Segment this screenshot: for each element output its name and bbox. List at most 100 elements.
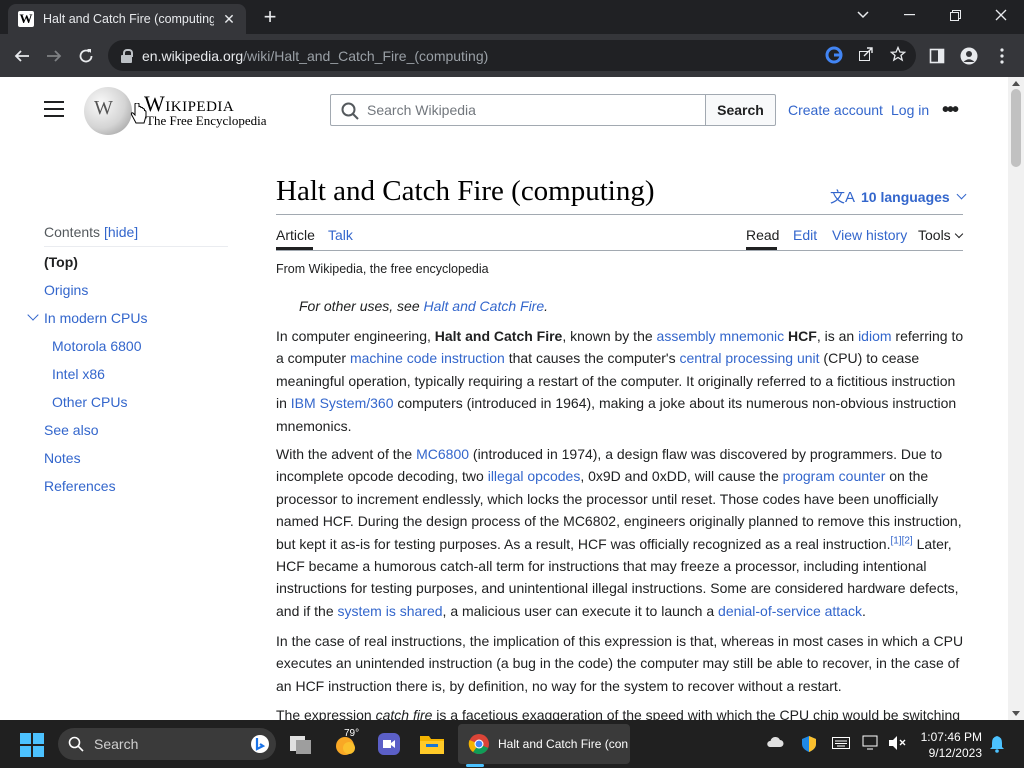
browser-toolbar: en.wikipedia.org/wiki/Halt_and_Catch_Fir…: [0, 34, 1024, 77]
bold-term: HCF: [788, 328, 817, 344]
toc-item-other-cpus[interactable]: Other CPUs: [52, 394, 127, 410]
article-link[interactable]: system is shared: [338, 603, 443, 619]
url-path: /wiki/Halt_and_Catch_Fire_(computing): [243, 47, 489, 64]
toc-item-origins[interactable]: Origins: [44, 282, 88, 298]
share-icon[interactable]: [856, 46, 876, 66]
article-link[interactable]: program counter: [783, 468, 886, 484]
bold-term: Halt and Catch Fire: [434, 328, 563, 344]
page-title: Halt and Catch Fire (computing): [276, 175, 655, 207]
article-link[interactable]: MC6800: [416, 446, 469, 462]
hatnote-suffix: .: [544, 298, 549, 314]
volume-muted-icon[interactable]: [888, 735, 906, 753]
toc-item-top[interactable]: (Top): [44, 254, 78, 270]
scroll-down-arrow-icon[interactable]: [1012, 711, 1020, 716]
search-icon: [68, 736, 84, 752]
profile-avatar-icon[interactable]: [955, 42, 983, 70]
windows-start-icon[interactable]: [20, 733, 44, 757]
taskbar-search[interactable]: Search: [58, 728, 276, 760]
article-link[interactable]: denial-of-service attack: [718, 603, 862, 619]
tools-menu[interactable]: Tools: [918, 227, 963, 243]
text-run: In the case of real instructions, the im…: [276, 633, 964, 694]
page-scrollbar[interactable]: [1008, 77, 1024, 720]
article-link[interactable]: illegal opcodes: [488, 468, 581, 484]
main-menu-icon[interactable]: [44, 101, 64, 117]
new-tab-button[interactable]: +: [258, 6, 282, 30]
wikipedia-globe-logo[interactable]: [84, 87, 132, 135]
security-shield-icon[interactable]: [800, 735, 818, 753]
article-link[interactable]: IBM System/360: [291, 395, 394, 411]
notification-bell-icon[interactable]: [988, 735, 1006, 753]
text-run: that causes the computer's: [504, 350, 680, 367]
keyboard-icon[interactable]: [832, 735, 850, 753]
create-account-link[interactable]: Create account: [788, 102, 883, 118]
toc-item-motorola-6800[interactable]: Motorola 6800: [52, 338, 142, 354]
bookmark-star-icon[interactable]: [888, 45, 908, 66]
clock-date: 9/12/2023: [928, 746, 982, 760]
more-options-icon[interactable]: •••: [942, 99, 959, 122]
hatnote-link[interactable]: Halt and Catch Fire: [424, 298, 545, 314]
toc-item-in-modern-cpus[interactable]: In modern CPUs: [44, 310, 147, 326]
text-run: , is an: [816, 328, 859, 344]
tab-talk[interactable]: Talk: [328, 227, 353, 243]
tab-view-history[interactable]: View history: [832, 227, 907, 243]
site-subtitle: From Wikipedia, the free encyclopedia: [276, 262, 489, 276]
scrollbar-thumb[interactable]: [1011, 89, 1021, 167]
system-clock[interactable]: 1:07:46 PM 9/12/2023: [910, 729, 982, 761]
address-bar[interactable]: en.wikipedia.org/wiki/Halt_and_Catch_Fir…: [108, 40, 916, 71]
taskbar-window-title: Halt and Catch Fire (con: [498, 737, 629, 751]
toc-item-intel-x86[interactable]: Intel x86: [52, 366, 105, 382]
side-panel-icon[interactable]: [923, 42, 951, 70]
close-tab-icon[interactable]: ✕: [220, 11, 238, 28]
google-lens-icon[interactable]: [824, 46, 844, 66]
restore-button[interactable]: [932, 0, 978, 30]
task-view-icon[interactable]: [284, 728, 318, 760]
languages-label: 10 languages: [861, 188, 950, 205]
tab-read[interactable]: Read: [746, 227, 779, 243]
text-run: In computer engineering,: [276, 328, 435, 344]
toc-title: Contents: [44, 224, 101, 240]
wikipedia-tagline: The Free Encyclopedia: [146, 113, 267, 128]
file-explorer-icon[interactable]: [415, 728, 449, 760]
article-paragraph: In computer engineering, Halt and Catch …: [276, 325, 964, 437]
onedrive-cloud-icon[interactable]: [766, 735, 784, 753]
reload-button[interactable]: [72, 42, 100, 70]
search-input[interactable]: Search Wikipedia: [330, 94, 706, 126]
chrome-menu-icon[interactable]: [988, 42, 1016, 70]
browser-tab[interactable]: W Halt and Catch Fire (computing) ✕: [8, 4, 246, 34]
toc-hide-toggle[interactable]: [hide]: [104, 224, 138, 240]
windows-taskbar: Search 79° Halt and Catch Fire (con 1:07…: [0, 720, 1024, 768]
search-button[interactable]: Search: [705, 94, 776, 126]
citation-link[interactable]: [1][2]: [890, 535, 912, 546]
minimize-button[interactable]: [886, 0, 932, 30]
taskbar-chrome-window[interactable]: Halt and Catch Fire (con: [458, 724, 630, 764]
clock-time: 1:07:46 PM: [920, 730, 982, 744]
back-button[interactable]: [8, 42, 36, 70]
log-in-link[interactable]: Log in: [891, 102, 929, 118]
article-link[interactable]: central processing unit: [679, 350, 819, 366]
network-icon[interactable]: [862, 735, 880, 753]
languages-button[interactable]: 文A 10 languages: [830, 186, 967, 207]
toc-collapse-chevron-icon[interactable]: [27, 309, 39, 321]
text-run: With the advent of the: [276, 446, 417, 462]
tab-article[interactable]: Article: [276, 227, 315, 243]
text-run: , known by the: [562, 328, 657, 344]
tab-edit[interactable]: Edit: [793, 227, 817, 243]
tab-search-chevron-icon[interactable]: [840, 0, 886, 30]
article-link[interactable]: idiom: [858, 328, 891, 344]
toc-item-references[interactable]: References: [44, 478, 116, 494]
tabs-divider: [276, 250, 963, 251]
hatnote-prefix: For other uses, see: [299, 298, 424, 314]
article-link[interactable]: machine code instruction: [350, 350, 505, 366]
toc-item-notes[interactable]: Notes: [44, 450, 81, 466]
close-window-button[interactable]: [978, 0, 1024, 30]
article-link[interactable]: assembly mnemonic: [657, 328, 785, 344]
bing-icon[interactable]: [250, 734, 270, 754]
weather-temperature: 79°: [344, 728, 360, 739]
scroll-up-arrow-icon[interactable]: [1012, 81, 1020, 86]
forward-button[interactable]: [40, 42, 68, 70]
chrome-icon: [468, 734, 489, 755]
toc-divider: [44, 246, 228, 247]
lock-icon[interactable]: [120, 48, 134, 63]
toc-item-see-also[interactable]: See also: [44, 422, 98, 438]
meet-app-icon[interactable]: [372, 728, 406, 760]
